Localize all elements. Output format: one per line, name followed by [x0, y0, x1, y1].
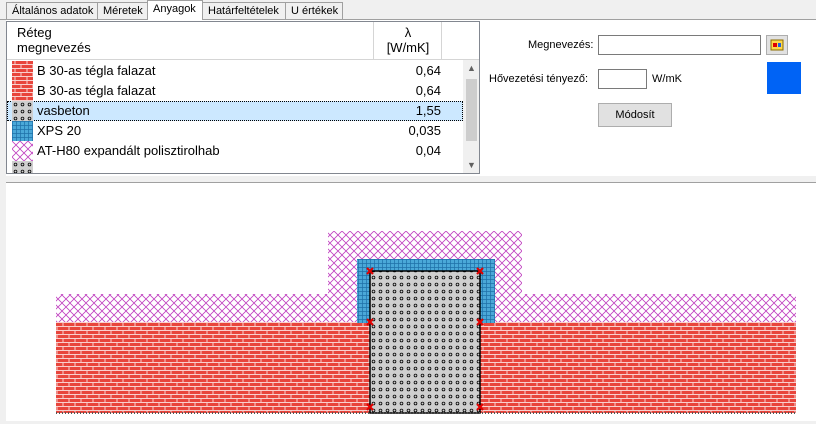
column-header-lambda[interactable]: λ [W/mK]: [377, 25, 439, 55]
drawing-canvas[interactable]: [6, 182, 816, 421]
conductivity-label: Hővezetési tényező:: [489, 73, 589, 85]
name-label: Megnevezés:: [528, 39, 594, 51]
scrollbar-thumb[interactable]: [466, 79, 477, 141]
concrete-column[interactable]: [369, 270, 481, 414]
tab-boundary-conditions[interactable]: Határfeltételek: [202, 2, 286, 19]
cross-section-drawing: [56, 231, 796, 414]
eps-pattern-swatch: [12, 141, 33, 161]
brick-pattern-swatch: [12, 81, 33, 101]
name-input[interactable]: [598, 35, 761, 55]
tab-general-data[interactable]: Általános adatok: [6, 2, 98, 19]
column-header-name[interactable]: Réteg megnevezés: [17, 25, 91, 55]
column-header-lambda-unit: [W/mK]: [386, 40, 430, 55]
conductivity-input[interactable]: [598, 69, 647, 89]
xps-pattern-swatch: [12, 121, 33, 141]
modify-button[interactable]: Módosít: [598, 103, 672, 127]
column-separator[interactable]: [373, 22, 374, 59]
material-lambda: 1,55: [415, 103, 441, 118]
list-item-selected[interactable]: vasbeton 1,55: [7, 101, 463, 121]
brick-pattern-swatch: [12, 61, 33, 81]
conductivity-unit: W/mK: [652, 73, 682, 85]
tab-bar: Általános adatok Méretek Anyagok Határfe…: [0, 0, 816, 20]
materials-rows: B 30-as tégla falazat 0,64 B 30-as tégla…: [7, 60, 463, 173]
column-header-lambda-symbol: λ: [404, 25, 412, 40]
materials-list-scrollbar[interactable]: ▲ ▼: [463, 60, 479, 173]
list-item[interactable]: AT-H80 expandált polisztirolhab 0,04: [7, 141, 463, 161]
material-name: B 30-as tégla falazat: [37, 83, 156, 98]
material-name: XPS 20: [37, 123, 82, 138]
material-color-swatch[interactable]: [767, 62, 801, 94]
material-name: vasbeton: [37, 103, 90, 118]
list-item[interactable]: XPS 20 0,035: [7, 121, 463, 141]
column-header-name-line2: megnevezés: [17, 40, 91, 55]
list-item[interactable]: B 30-as tégla falazat 0,64: [7, 61, 463, 81]
color-picker-icon[interactable]: [766, 35, 788, 55]
list-item[interactable]: B 30-as tégla falazat 0,64: [7, 81, 463, 101]
tab-u-values[interactable]: U értékek: [285, 2, 343, 19]
scroll-down-arrow-icon[interactable]: ▼: [463, 157, 479, 173]
scroll-up-arrow-icon[interactable]: ▲: [463, 60, 479, 77]
material-name: B 30-as tégla falazat: [37, 63, 156, 78]
column-separator[interactable]: [441, 22, 442, 59]
materials-list-header: Réteg megnevezés λ [W/mK]: [7, 22, 479, 60]
drawing-area: [0, 176, 816, 421]
concrete-pattern-swatch: [12, 101, 33, 121]
tab-materials[interactable]: Anyagok: [147, 0, 203, 20]
list-item-partial[interactable]: [7, 161, 463, 173]
tab-dimensions[interactable]: Méretek: [97, 2, 148, 19]
partial-pattern-swatch: [12, 161, 33, 173]
materials-list: Réteg megnevezés λ [W/mK] B 30-as tégla …: [6, 21, 480, 174]
material-lambda: 0,64: [415, 63, 441, 78]
material-lambda: 0,64: [415, 83, 441, 98]
material-lambda: 0,035: [408, 123, 441, 138]
column-header-name-line1: Réteg: [17, 25, 52, 40]
material-name: AT-H80 expandált polisztirolhab: [37, 143, 220, 158]
material-lambda: 0,04: [415, 143, 441, 158]
